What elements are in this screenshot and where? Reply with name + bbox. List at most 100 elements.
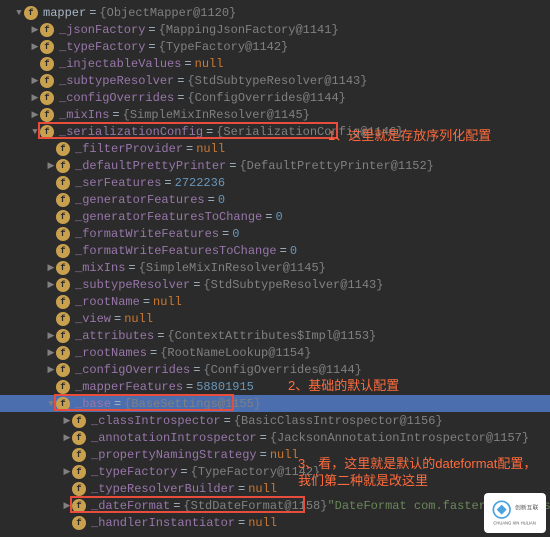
tree-row[interactable]: f_mixIns = {SimpleMixInResolver@1145} (0, 259, 550, 276)
tree-row[interactable]: f_typeFactory = {TypeFactory@1142} (0, 463, 550, 480)
field-name: _typeFactory (59, 40, 145, 54)
tree-row[interactable]: f_mapperFeatures = 58801915 (0, 378, 550, 395)
chevron-right-icon[interactable] (46, 161, 56, 171)
chevron-right-icon[interactable] (46, 331, 56, 341)
field-icon: f (56, 295, 70, 309)
field-name: _jsonFactory (59, 23, 145, 37)
chevron-right-icon[interactable] (46, 348, 56, 358)
field-icon: f (40, 40, 54, 54)
field-icon: f (56, 329, 70, 343)
chevron-right-icon[interactable] (30, 25, 40, 35)
field-name: _subtypeResolver (75, 278, 190, 292)
chevron-right-icon[interactable] (30, 76, 40, 86)
tree-row[interactable]: f_configOverrides = {ConfigOverrides@114… (0, 361, 550, 378)
field-name: _defaultPrettyPrinter (75, 159, 226, 173)
tree-row[interactable]: f_subtypeResolver = {StdSubtypeResolver@… (0, 72, 550, 89)
field-name: _serializationConfig (59, 125, 203, 139)
field-name: _formatWriteFeaturesToChange (75, 244, 277, 258)
field-name: _serFeatures (75, 176, 161, 190)
chevron-right-icon[interactable] (46, 365, 56, 375)
tree-row[interactable]: f_mixIns = {SimpleMixInResolver@1145} (0, 106, 550, 123)
field-name: _formatWriteFeatures (75, 227, 219, 241)
field-icon: f (56, 227, 70, 241)
tree-row[interactable]: f_injectableValues = null (0, 55, 550, 72)
field-name: _rootNames (75, 346, 147, 360)
field-value: null (124, 312, 153, 326)
tree-row[interactable]: f_serializationConfig = {SerializationCo… (0, 123, 550, 140)
field-icon: f (72, 448, 86, 462)
chevron-right-icon[interactable] (30, 110, 40, 120)
tree-row[interactable]: f_rootNames = {RootNameLookup@1154} (0, 344, 550, 361)
tree-row[interactable]: f_configOverrides = {ConfigOverrides@114… (0, 89, 550, 106)
field-name: _classIntrospector (91, 414, 221, 428)
tree-row[interactable]: f_handlerInstantiator = null (0, 514, 550, 531)
field-value: {RootNameLookup@1154} (160, 346, 311, 360)
field-value: {SimpleMixInResolver@1145} (123, 108, 310, 122)
field-value: {StdSubtypeResolver@1143} (187, 74, 367, 88)
chevron-right-icon[interactable] (30, 93, 40, 103)
chevron-right-icon[interactable] (46, 280, 56, 290)
tree-row[interactable]: f_subtypeResolver = {StdSubtypeResolver@… (0, 276, 550, 293)
field-icon: f (72, 465, 86, 479)
field-name: mapper (43, 6, 86, 20)
field-value: 2722236 (175, 176, 225, 190)
field-name: _handlerInstantiator (91, 516, 235, 530)
chevron-right-icon[interactable] (62, 416, 72, 426)
chevron-right-icon[interactable] (30, 42, 40, 52)
tree-row[interactable]: f_view = null (0, 310, 550, 327)
chevron-right-icon[interactable] (62, 467, 72, 477)
chevron-right-icon[interactable] (62, 433, 72, 443)
field-icon: f (56, 142, 70, 156)
tree-row[interactable]: f_typeFactory = {TypeFactory@1142} (0, 38, 550, 55)
field-name: _subtypeResolver (59, 74, 174, 88)
field-icon: f (56, 278, 70, 292)
tree-row[interactable]: f_classIntrospector = {BasicClassIntrosp… (0, 412, 550, 429)
svg-text:创新互联: 创新互联 (515, 504, 538, 512)
field-icon: f (72, 414, 86, 428)
tree-row[interactable]: f_generatorFeatures = 0 (0, 191, 550, 208)
field-icon: f (56, 312, 70, 326)
field-value: null (195, 57, 224, 71)
field-icon: f (72, 516, 86, 530)
tree-row[interactable]: f_serFeatures = 2722236 (0, 174, 550, 191)
field-icon: f (56, 346, 70, 360)
field-icon: f (56, 210, 70, 224)
field-name: _mixIns (59, 108, 109, 122)
chevron-down-icon[interactable] (14, 8, 24, 18)
field-value: {DefaultPrettyPrinter@1152} (239, 159, 433, 173)
field-name: _typeResolverBuilder (91, 482, 235, 496)
field-value: {StdDateFormat@1158} (183, 499, 327, 513)
field-icon: f (72, 499, 86, 513)
tree-row[interactable]: f_rootName = null (0, 293, 550, 310)
tree-row[interactable]: f_dateFormat = {StdDateFormat@1158} "Dat… (0, 497, 550, 514)
chevron-right-icon[interactable] (46, 263, 56, 273)
field-name: _typeFactory (91, 465, 177, 479)
field-value: {TypeFactory@1142} (159, 40, 289, 54)
field-name: _dateFormat (91, 499, 170, 513)
tree-row[interactable]: f_propertyNamingStrategy = null (0, 446, 550, 463)
field-value: {SimpleMixInResolver@1145} (139, 261, 326, 275)
field-value: {ConfigOverrides@1144} (187, 91, 345, 105)
tree-row[interactable]: fmapper = {ObjectMapper@1120} (0, 4, 550, 21)
field-value: null (270, 448, 299, 462)
tree-row[interactable]: f_generatorFeaturesToChange = 0 (0, 208, 550, 225)
tree-row[interactable]: f_formatWriteFeatures = 0 (0, 225, 550, 242)
tree-row[interactable]: f_formatWriteFeaturesToChange = 0 (0, 242, 550, 259)
tree-row[interactable]: f_defaultPrettyPrinter = {DefaultPrettyP… (0, 157, 550, 174)
tree-row[interactable]: f_annotationIntrospector = {JacksonAnnot… (0, 429, 550, 446)
chevron-right-icon[interactable] (62, 501, 72, 511)
tree-row[interactable]: f_attributes = {ContextAttributes$Impl@1… (0, 327, 550, 344)
tree-row[interactable]: f_typeResolverBuilder = null (0, 480, 550, 497)
field-icon: f (40, 74, 54, 88)
field-icon: f (24, 6, 38, 20)
tree-row[interactable]: f_filterProvider = null (0, 140, 550, 157)
debugger-tree[interactable]: fmapper = {ObjectMapper@1120}f_jsonFacto… (0, 0, 550, 535)
tree-row[interactable]: f_base = {BaseSettings@1155} (0, 395, 550, 412)
field-value: 0 (218, 193, 225, 207)
field-icon: f (40, 125, 54, 139)
chevron-down-icon[interactable] (30, 127, 40, 137)
field-value: {BasicClassIntrospector@1156} (234, 414, 443, 428)
field-name: _generatorFeatures (75, 193, 205, 207)
chevron-down-icon[interactable] (46, 399, 56, 409)
tree-row[interactable]: f_jsonFactory = {MappingJsonFactory@1141… (0, 21, 550, 38)
